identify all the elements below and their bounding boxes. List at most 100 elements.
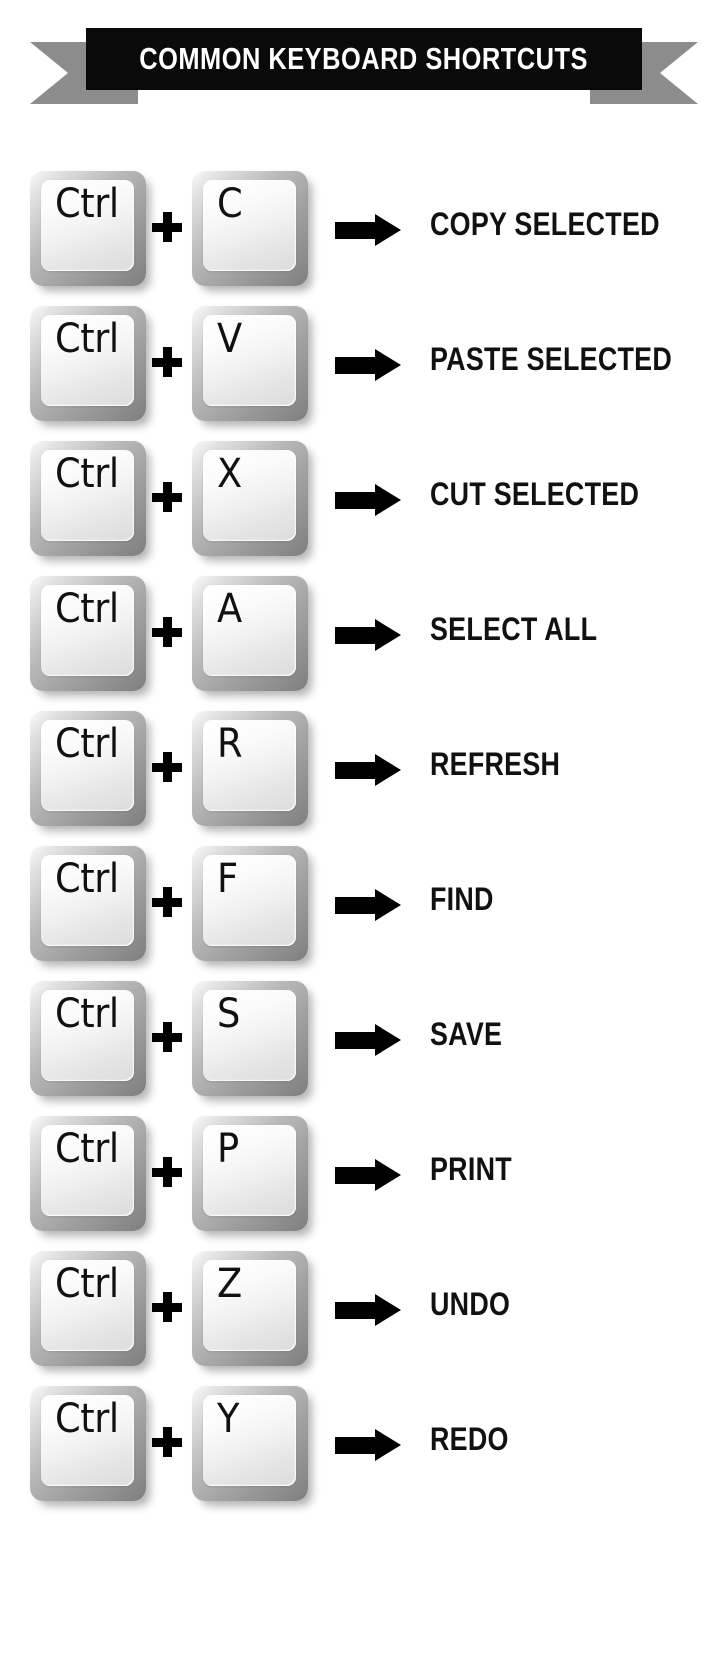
plus-icon <box>152 887 182 917</box>
keycap-label: Z <box>217 1261 242 1307</box>
keycap-face: V <box>203 315 296 406</box>
keycap-label: S <box>217 991 240 1037</box>
plus-icon <box>152 1022 182 1052</box>
arrow-right-icon <box>335 754 401 786</box>
keycap-face: C <box>203 180 296 271</box>
shortcut-row: Ctrl R REFRESH <box>0 710 728 845</box>
keycap-modifier[interactable]: Ctrl <box>30 440 146 556</box>
keycap-face: F <box>203 855 296 946</box>
keycap-modifier[interactable]: Ctrl <box>30 575 146 691</box>
shortcut-action-label: COPY SELECTED <box>430 206 660 242</box>
keycap-modifier[interactable]: Ctrl <box>30 1385 146 1501</box>
shortcut-action-label: UNDO <box>430 1286 511 1322</box>
keycap-face: A <box>203 585 296 676</box>
keycap-face: P <box>203 1125 296 1216</box>
keycap-face: Ctrl <box>41 1395 134 1486</box>
arrow-head <box>375 889 401 921</box>
arrow-right-icon <box>335 484 401 516</box>
arrow-right-icon <box>335 889 401 921</box>
keycap-key[interactable]: V <box>192 305 308 421</box>
keycap-modifier[interactable]: Ctrl <box>30 710 146 826</box>
arrow-right-icon <box>335 1159 401 1191</box>
plus-icon <box>152 482 182 512</box>
shortcut-row: Ctrl A SELECT ALL <box>0 575 728 710</box>
shortcut-row: Ctrl C COPY SELECTED <box>0 170 728 305</box>
plus-icon <box>152 617 182 647</box>
keycap-modifier[interactable]: Ctrl <box>30 1115 146 1231</box>
keycap-label: Ctrl <box>55 451 119 497</box>
arrow-head <box>375 214 401 246</box>
arrow-head <box>375 1429 401 1461</box>
keycap-key[interactable]: X <box>192 440 308 556</box>
keycap-key[interactable]: C <box>192 170 308 286</box>
keycap-modifier[interactable]: Ctrl <box>30 170 146 286</box>
arrow-head <box>375 1294 401 1326</box>
keycap-label: Y <box>217 1396 240 1442</box>
arrow-head <box>375 754 401 786</box>
arrow-right-icon <box>335 1429 401 1461</box>
plus-icon <box>152 212 182 242</box>
shortcut-row: Ctrl S SAVE <box>0 980 728 1115</box>
plus-icon <box>152 1157 182 1187</box>
plus-icon <box>152 347 182 377</box>
keycap-key[interactable]: S <box>192 980 308 1096</box>
shortcut-action-label: REDO <box>430 1421 509 1457</box>
keycap-face: Ctrl <box>41 1125 134 1216</box>
keycap-face: Ctrl <box>41 1260 134 1351</box>
keycap-key[interactable]: R <box>192 710 308 826</box>
keycap-label: Ctrl <box>55 586 119 632</box>
keycap-key[interactable]: Z <box>192 1250 308 1366</box>
arrow-head <box>375 1024 401 1056</box>
shortcut-row: Ctrl Y REDO <box>0 1385 728 1520</box>
keycap-label: Ctrl <box>55 181 119 227</box>
keycap-key[interactable]: Y <box>192 1385 308 1501</box>
page-title: COMMON KEYBOARD SHORTCUTS <box>139 41 589 76</box>
shortcut-row: Ctrl Z UNDO <box>0 1250 728 1385</box>
keycap-face: Ctrl <box>41 720 134 811</box>
keycap-key[interactable]: A <box>192 575 308 691</box>
shortcut-action-label: REFRESH <box>430 746 561 782</box>
keycap-label: Ctrl <box>55 991 119 1037</box>
shortcut-action-label: PRINT <box>430 1151 512 1187</box>
title-banner: COMMON KEYBOARD SHORTCUTS <box>0 28 728 104</box>
keycap-modifier[interactable]: Ctrl <box>30 845 146 961</box>
keycap-label: Ctrl <box>55 856 119 902</box>
keycap-face: Ctrl <box>41 180 134 271</box>
keycap-label: Ctrl <box>55 1261 119 1307</box>
keycap-face: Ctrl <box>41 855 134 946</box>
keycap-face: Y <box>203 1395 296 1486</box>
shortcut-row: Ctrl X CUT SELECTED <box>0 440 728 575</box>
arrow-head <box>375 484 401 516</box>
keycap-label: V <box>217 316 242 362</box>
shortcut-row: Ctrl V PASTE SELECTED <box>0 305 728 440</box>
keycap-key[interactable]: F <box>192 845 308 961</box>
keycap-modifier[interactable]: Ctrl <box>30 980 146 1096</box>
keycap-label: F <box>217 856 238 902</box>
keycap-face: Ctrl <box>41 450 134 541</box>
keycap-face: Ctrl <box>41 315 134 406</box>
keycap-label: C <box>217 181 243 227</box>
keycap-face: R <box>203 720 296 811</box>
shortcut-row: Ctrl F FIND <box>0 845 728 980</box>
plus-icon <box>152 1292 182 1322</box>
keycap-face: S <box>203 990 296 1081</box>
keycap-label: X <box>217 451 242 497</box>
arrow-head <box>375 349 401 381</box>
keycap-face: Ctrl <box>41 990 134 1081</box>
arrow-right-icon <box>335 214 401 246</box>
shortcut-action-label: SAVE <box>430 1016 503 1052</box>
keycap-label: Ctrl <box>55 1396 119 1442</box>
keycap-label: Ctrl <box>55 1126 119 1172</box>
keycap-key[interactable]: P <box>192 1115 308 1231</box>
keycap-face: Ctrl <box>41 585 134 676</box>
banner-plate: COMMON KEYBOARD SHORTCUTS <box>86 28 642 90</box>
keycap-modifier[interactable]: Ctrl <box>30 305 146 421</box>
shortcut-action-label: FIND <box>430 881 494 917</box>
shortcut-action-label: PASTE SELECTED <box>430 341 672 377</box>
keycap-label: R <box>217 721 243 767</box>
arrow-right-icon <box>335 349 401 381</box>
shortcut-row: Ctrl P PRINT <box>0 1115 728 1250</box>
keycap-modifier[interactable]: Ctrl <box>30 1250 146 1366</box>
keycap-face: Z <box>203 1260 296 1351</box>
plus-icon <box>152 1427 182 1457</box>
